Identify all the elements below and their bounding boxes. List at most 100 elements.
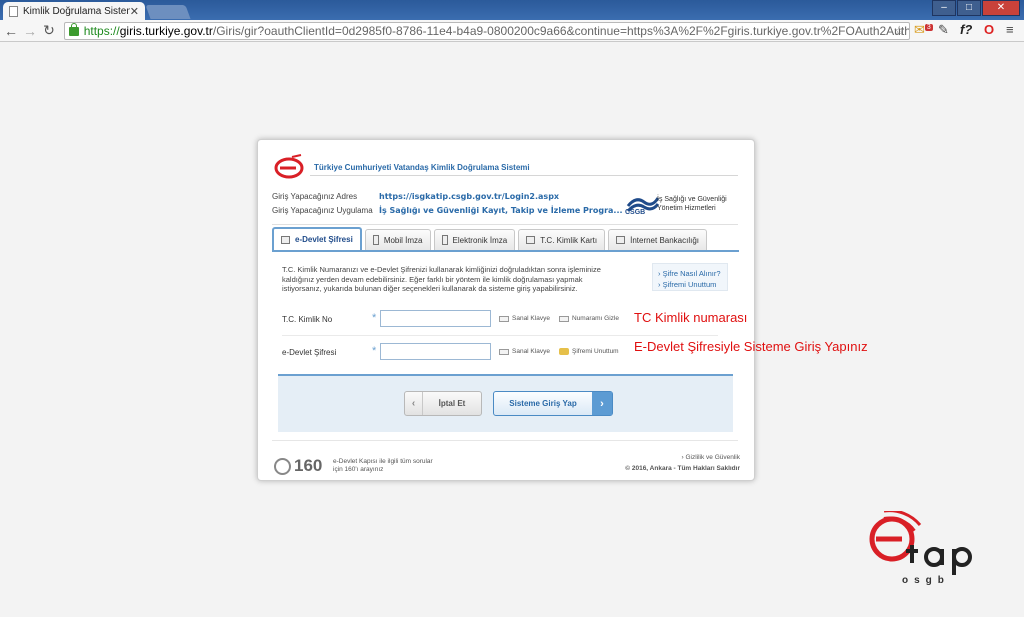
chevron-left-icon: ‹ [405,392,423,415]
cancel-button[interactable]: ‹ İptal Et [404,391,482,416]
help-box: › Şifre Nasıl Alınır? › Şifremi Unuttum [652,263,728,291]
address-value: https://isgkatip.csgb.gov.tr/Login2.aspx [379,192,560,201]
password-required-mark: * [372,345,377,357]
document-icon [9,5,18,17]
id-card-icon [526,236,536,244]
menu-icon[interactable]: ≡ [1006,22,1014,37]
keyboard-icon [499,348,509,355]
ministry-name-line-2: Yönetim Hizmetleri [657,205,716,212]
help-line-info: e-Devlet Kapısı ile ilgili tüm sorular i… [333,458,433,474]
how-to-get-password-link[interactable]: › Şifre Nasıl Alınır? [658,268,722,279]
help-link-text: Şifre Nasıl Alınır? [662,269,721,278]
help-line-info-2: için 160'ı arayınız [333,466,384,473]
info-divider [272,224,738,225]
lock-icon [69,22,79,36]
usb-token-icon [441,235,448,245]
chevron-right-icon: › [592,392,612,415]
hide-number-label: Numaramı Gizle [572,315,619,322]
address-bar[interactable]: https:// giris.turkiye.gov.tr /Giris/gir… [64,22,910,40]
mobile-phone-icon [372,235,379,245]
tab-electronic-signature[interactable]: Elektronik İmza [433,229,516,250]
tckn-annotation: TC Kimlik numarası [634,310,748,325]
tab-e-devlet[interactable]: e-Devlet Şifresi [272,227,362,250]
forward-icon[interactable]: → [22,23,38,39]
bank-card-icon [616,236,626,244]
tab-internet-banking[interactable]: İnternet Bankacılığı [608,229,708,250]
bookmark-star-icon[interactable]: ☆ [893,23,905,39]
tckn-virtual-keyboard[interactable]: Sanal Klavye [499,315,550,322]
copyright: © 2016, Ankara - Tüm Hakları Saklıdır [625,465,740,472]
url-scheme: https:// [83,24,120,38]
privacy-link-text: Gizlilik ve Güvenlik [685,454,740,461]
cancel-button-label: İptal Et [438,399,466,408]
forgot-password-label: Şifremi Unuttum [572,348,619,355]
tckn-input[interactable] [380,310,491,327]
browser-tab-title: Kimlik Doğrulama Sistemi [23,5,130,17]
password-virtual-keyboard[interactable]: Sanal Klavye [499,348,550,355]
key-icon [559,348,569,355]
window-controls: – □ ✕ [932,0,1020,16]
hide-number-toggle[interactable]: Numaramı Gizle [559,315,619,322]
tab-mobile-signature[interactable]: Mobil İmza [364,229,431,250]
title-divider [310,175,738,176]
minimize-icon[interactable]: – [932,0,956,16]
ministry-abbr: CSGB [625,209,646,216]
login-method-tabs: e-Devlet Şifresi Mobil İmza Elektronik İ… [272,227,708,250]
reload-icon[interactable]: ↻ [41,22,57,39]
maximize-icon[interactable]: □ [957,0,981,16]
tab-label: Mobil İmza [383,235,423,245]
ministry-name-line-1: İş Sağlığı ve Güvenliği [657,196,727,203]
browser-tabstrip: Kimlik Doğrulama Sistemi ✕ – □ ✕ [0,0,1024,20]
help-line-info-1: e-Devlet Kapısı ile ilgili tüm sorular [333,458,433,465]
help-link-text: Şifremi Unuttum [662,280,717,289]
footer-divider [272,440,738,441]
login-button[interactable]: Sisteme Giriş Yap › [493,391,613,416]
app-value: İş Sağlığı ve Güvenliği Kayıt, Takip ve … [379,206,623,215]
tckn-required-mark: * [372,312,377,324]
login-description: T.C. Kimlik Numaranızı ve e-Devlet Şifre… [282,265,601,293]
back-icon[interactable]: ← [3,23,19,39]
url-host: giris.turkiye.gov.tr [119,24,213,38]
forgot-password-small-link[interactable]: Şifremi Unuttum [559,348,619,355]
privacy-link[interactable]: › Gizlilik ve Güvenlik [625,452,740,463]
opera-icon[interactable]: O [984,22,994,37]
footer-links: › Gizlilik ve Güvenlik © 2016, Ankara - … [625,452,740,474]
browser-tab[interactable]: Kimlik Doğrulama Sistemi ✕ [3,2,145,20]
ministry-name: İş Sağlığı ve Güvenliği Yönetim Hizmetle… [657,195,727,213]
phone-ring-icon [274,457,291,475]
tab-label: e-Devlet Şifresi [295,235,353,244]
osgb-label: osgb [902,575,950,586]
mail-badge: 3 [924,23,933,31]
password-input[interactable] [380,343,491,360]
login-button-label: Sisteme Giriş Yap [509,399,577,408]
tab-underline [272,250,739,252]
help-line-160: 160 [274,456,322,476]
tab-label: T.C. Kimlik Kartı [540,235,598,245]
password-card-icon [281,235,290,244]
virtual-keyboard-label: Sanal Klavye [512,348,550,355]
hide-icon [559,315,569,322]
eyedropper-icon[interactable]: ✎ [938,22,949,38]
app-label: Giriş Yapacağınız Uygulama [272,206,373,215]
browser-toolbar: ← → ↻ https:// giris.turkiye.gov.tr /Gir… [0,20,1024,42]
tab-id-card[interactable]: T.C. Kimlik Kartı [518,229,606,250]
close-window-icon[interactable]: ✕ [982,0,1020,16]
tab-label: Elektronik İmza [452,235,508,245]
help-line-number: 160 [294,456,323,475]
new-tab-button[interactable] [145,5,191,19]
field-divider [282,335,718,336]
system-title: Türkiye Cumhuriyeti Vatandaş Kimlik Doğr… [314,163,530,172]
url-path: /Giris/gir?oauthClientId=0d2985f0-8786-1… [212,24,909,38]
virtual-keyboard-label: Sanal Klavye [512,315,550,322]
mail-extension-icon[interactable]: ✉ 3 [914,22,933,38]
tckn-label: T.C. Kimlik No [282,315,333,324]
address-label: Giriş Yapacağınız Adres [272,192,358,201]
fonts-extension-icon[interactable]: f? [960,22,972,37]
password-label: e-Devlet Şifresi [282,348,337,357]
keyboard-icon [499,315,509,322]
close-tab-icon[interactable]: ✕ [130,5,139,18]
password-annotation: E-Devlet Şifresiyle Sisteme Giriş Yapını… [634,339,868,354]
e-devlet-logo-icon [274,154,304,179]
tab-label: İnternet Bankacılığı [630,235,700,245]
forgot-password-link[interactable]: › Şifremi Unuttum [658,279,722,290]
